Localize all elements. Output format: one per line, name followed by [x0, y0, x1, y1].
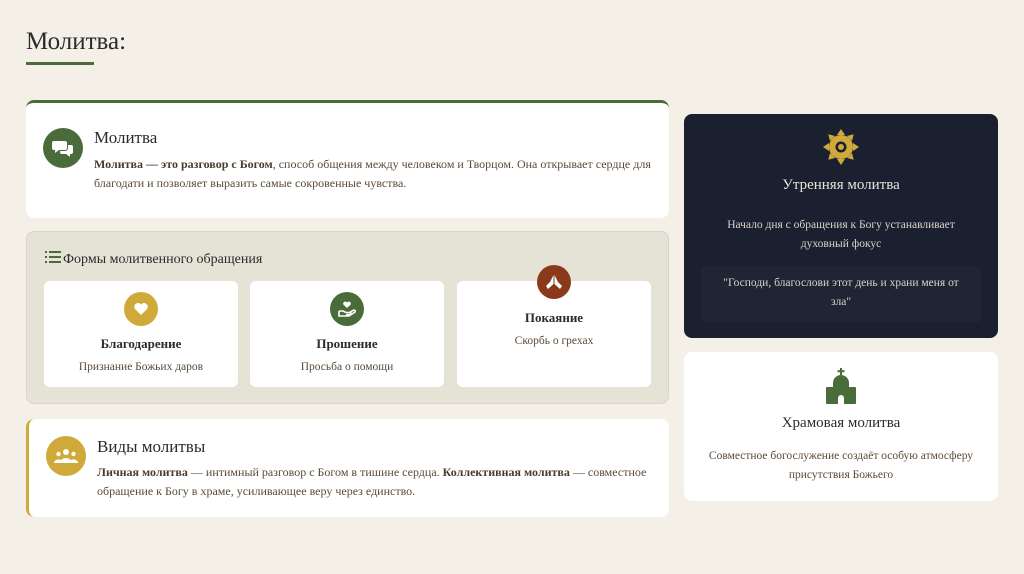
- temple-heading: Храмовая молитва: [781, 415, 901, 431]
- types-card: Виды молитвы Личная молитва — интимный р…: [26, 419, 669, 517]
- chat-bubbles-icon: [43, 128, 83, 168]
- church-icon: [823, 368, 859, 408]
- morning-description: Начало дня с обращения к Богу устанавлив…: [727, 219, 955, 250]
- tile-title: Благодарение: [100, 336, 182, 351]
- hand-heart-icon: [330, 292, 364, 326]
- prayer-bold-lead: Молитва — это разговор с Богом: [94, 157, 273, 171]
- page-title: Молитва:: [26, 28, 127, 55]
- morning-quote: "Господи, благослови этот день и храни м…: [701, 266, 981, 322]
- types-heading: Виды молитвы: [97, 437, 206, 456]
- tile-subtitle: Скорбь о грехах: [514, 335, 594, 347]
- types-description: Личная молитва — интимный разговор с Бог…: [97, 463, 667, 501]
- tile-subtitle: Просьба о помощи: [300, 361, 394, 373]
- form-tile-gratitude[interactable]: Благодарение Признание Божьих даров: [44, 281, 238, 387]
- types-bold-personal: Личная молитва: [97, 465, 188, 479]
- heart-icon: [124, 292, 158, 326]
- forms-header: Формы молитвенного обращения: [45, 251, 262, 268]
- prayer-heading: Молитва: [94, 128, 158, 147]
- list-icon: [45, 251, 61, 268]
- types-text-personal: — интимный разговор с Богом в тишине сер…: [187, 465, 443, 479]
- forms-heading: Формы молитвенного обращения: [63, 251, 263, 267]
- temple-prayer-card: Храмовая молитва Совместное богослужение…: [684, 352, 998, 501]
- praying-hands-icon: [537, 265, 571, 299]
- form-tile-petition[interactable]: Прошение Просьба о помощи: [250, 281, 444, 387]
- types-bold-collective: Коллективная молитва: [442, 465, 570, 479]
- form-tile-repentance[interactable]: Покаяние Скорбь о грехах: [457, 265, 651, 387]
- prayer-description: Молитва — это разговор с Богом, способ о…: [94, 155, 659, 193]
- prayer-card: Молитва Молитва — это разговор с Богом, …: [26, 100, 669, 218]
- morning-prayer-card: Утренняя молитва Начало дня с обращения …: [684, 114, 998, 338]
- people-group-icon: [46, 436, 86, 476]
- sun-icon: [822, 128, 860, 170]
- tile-title: Покаяние: [524, 310, 584, 325]
- title-underline: [26, 62, 94, 65]
- morning-heading: Утренняя молитва: [782, 177, 900, 193]
- tile-title: Прошение: [316, 336, 378, 351]
- temple-description: Совместное богослужение создаёт особую а…: [708, 450, 974, 481]
- tile-subtitle: Признание Божьих даров: [78, 361, 204, 373]
- forms-panel: Формы молитвенного обращения Благодарени…: [26, 231, 669, 404]
